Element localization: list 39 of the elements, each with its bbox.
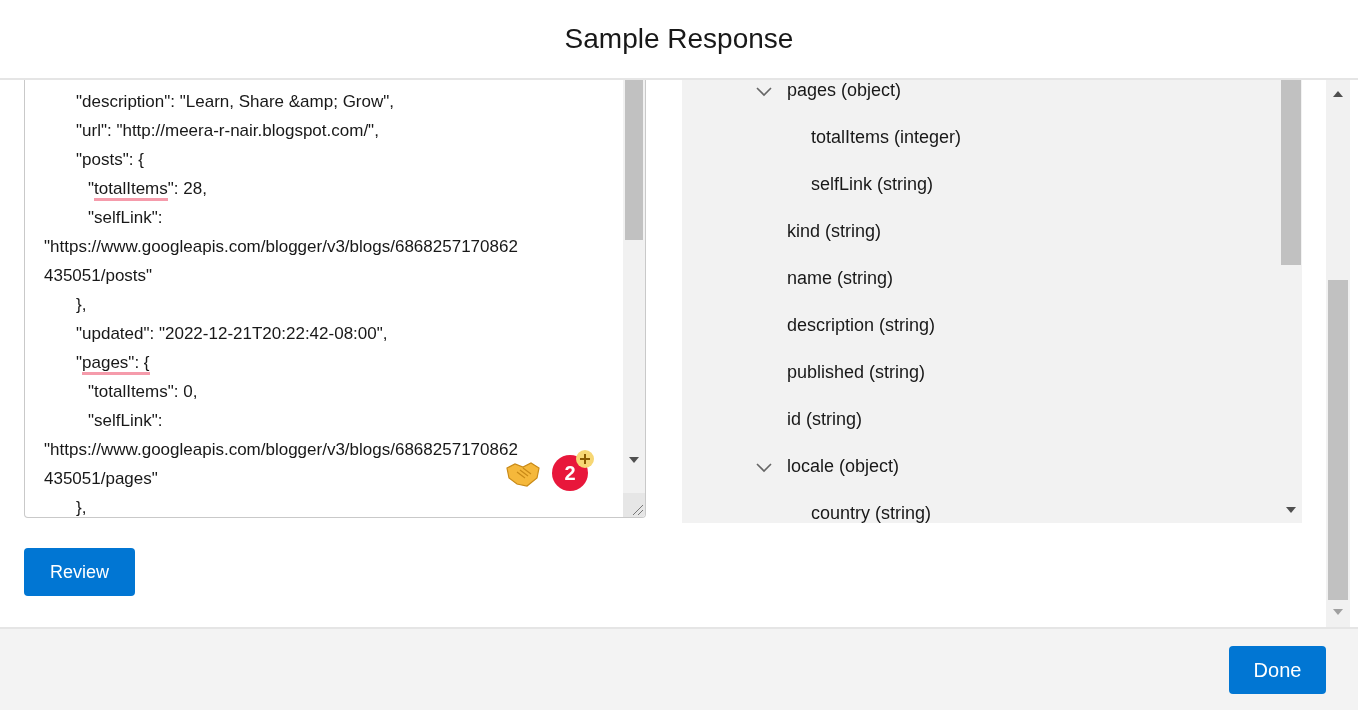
scroll-up-icon[interactable] (1333, 91, 1343, 97)
modal-title: Sample Response (564, 22, 794, 56)
code-line: "totalItems": 28, (44, 174, 207, 203)
code-line: }, (75, 294, 87, 316)
code-line: }, (75, 497, 87, 517)
tree-item-label[interactable]: name (string) (787, 268, 894, 289)
code-line: "pages": { (44, 348, 150, 377)
tree-item-label[interactable]: id (string) (787, 409, 862, 430)
scrollbar-thumb[interactable] (625, 80, 643, 240)
page-scrollbar-thumb[interactable] (1328, 280, 1348, 600)
code-line: "posts": { (75, 149, 144, 171)
scroll-down-icon[interactable] (629, 457, 639, 463)
resize-handle[interactable] (623, 493, 645, 517)
tree-item-label[interactable]: totalItems (integer) (811, 127, 962, 148)
code-line: "https://www.googleapis.com/blogger/v3/blogs/6868257170862 (44, 236, 518, 258)
chevron-down-icon[interactable] (756, 87, 772, 97)
plus-icon[interactable] (576, 450, 594, 468)
code-line: "description": "Learn, Share &amp; Grow", (75, 91, 394, 113)
scroll-down-icon[interactable] (1286, 507, 1296, 513)
tree-item-label[interactable]: selfLink (string) (811, 174, 934, 195)
tree-item-label[interactable]: pages (object) (787, 80, 902, 101)
scrollbar-thumb[interactable] (1281, 80, 1301, 265)
code-line: "https://www.googleapis.com/blogger/v3/blogs/6868257170862 (44, 439, 518, 461)
code-line: "totalItems": 0, (87, 381, 198, 403)
tree-item-label[interactable]: kind (string) (787, 221, 882, 242)
code-line: "updated": "2022-12-21T20:22:42-08:00", (75, 323, 388, 345)
code-line: "selfLink": (87, 207, 163, 229)
chevron-down-icon[interactable] (756, 463, 772, 473)
response-textarea[interactable] (24, 80, 646, 518)
tree-item-label[interactable]: description (string) (787, 315, 936, 336)
tree-item-label[interactable]: country (string) (811, 503, 932, 523)
review-button[interactable]: Review (24, 548, 135, 596)
code-line: "selfLink": (87, 410, 163, 432)
code-line: 435051/pages" (44, 468, 158, 490)
tree-item-label[interactable]: published (string) (787, 362, 926, 383)
code-line: 435051/posts" (44, 265, 153, 287)
tree-item-label[interactable]: locale (object) (787, 456, 900, 477)
code-line: "url": "http://meera-r-nair.blogspot.com/", (75, 120, 379, 142)
done-button[interactable]: Done (1229, 645, 1326, 694)
